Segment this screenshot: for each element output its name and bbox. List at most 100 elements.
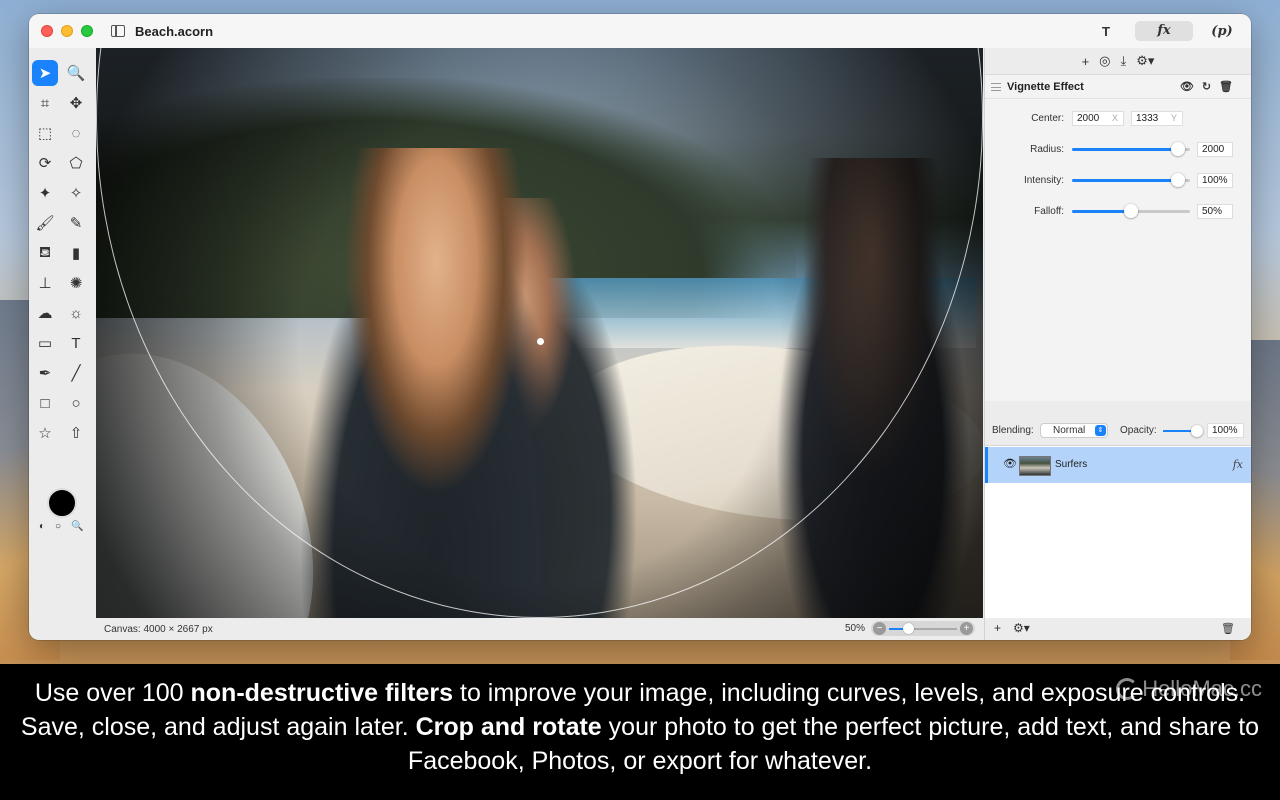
merge-down-icon[interactable]: ⤓ <box>1121 53 1127 69</box>
center-x-suffix: X <box>1111 112 1118 123</box>
oval-shape-tool[interactable]: ○ <box>63 390 89 416</box>
text-tool[interactable]: T <box>63 330 89 356</box>
center-y-field[interactable]: 1333 Y <box>1131 110 1183 126</box>
lasso-tool[interactable]: ⟳ <box>32 150 58 176</box>
ellipse-select-tool[interactable]: ◌ <box>63 120 89 146</box>
canvas-size-label: Canvas: 4000 × 2667 px <box>104 623 213 635</box>
rectangle-shape-tool[interactable]: □ <box>32 390 58 416</box>
gradient-tool[interactable]: ▭ <box>32 330 58 356</box>
star-tool[interactable]: ☆ <box>32 420 58 446</box>
line-tool[interactable]: ╱ <box>63 360 89 386</box>
center-x-value: 2000 <box>1077 112 1100 124</box>
zoom-window-button[interactable] <box>81 25 93 37</box>
mask-icon[interactable]: ◎ <box>1099 53 1110 69</box>
opacity-label: Opacity: <box>1120 425 1157 436</box>
delete-layer-icon[interactable]: 🗑 <box>1221 622 1235 635</box>
drag-handle-icon[interactable] <box>991 82 1001 91</box>
pencil-tool[interactable]: ✎ <box>63 210 89 236</box>
param-knob[interactable] <box>1170 142 1185 156</box>
center-y-suffix: Y <box>1170 112 1177 123</box>
layers-list: 👁 Surfers fx <box>985 445 1251 618</box>
param-value-field[interactable]: 50% <box>1197 203 1233 219</box>
title-bar: Beach.acorn T fx (p) <box>29 14 1251 48</box>
window-controls <box>41 25 93 37</box>
param-value-field[interactable]: 100% <box>1197 172 1233 188</box>
filters-tab[interactable]: fx <box>1135 21 1193 41</box>
zoom-level-label: 50% <box>844 623 865 634</box>
param-slider[interactable] <box>1072 142 1190 156</box>
param-label: Falloff: <box>1034 205 1064 217</box>
param-knob[interactable] <box>1124 204 1138 218</box>
add-filter-icon[interactable]: + <box>1082 54 1090 69</box>
paint-bucket-tool[interactable]: ⛾ <box>32 240 58 266</box>
vignette-center-handle[interactable] <box>537 338 544 345</box>
blending-mode-select[interactable]: Normal ⇕ <box>1040 423 1108 438</box>
image-canvas[interactable] <box>96 48 983 618</box>
color-well[interactable] <box>47 488 77 518</box>
eye-icon[interactable]: 👁 <box>1180 80 1194 93</box>
param-fill <box>1072 179 1178 182</box>
layer-gear-icon[interactable]: ⚙▾ <box>1013 621 1030 635</box>
sidebar-toggle-icon[interactable] <box>111 25 125 37</box>
gear-menu-icon[interactable]: ⚙▾ <box>1136 53 1154 69</box>
swap-colors-icon[interactable]: ◐ <box>39 521 45 532</box>
status-bar: Canvas: 4000 × 2667 px 50% − + <box>96 618 983 640</box>
clone-tool[interactable]: ⊥ <box>32 270 58 296</box>
default-colors-icon[interactable]: ○ <box>55 521 61 532</box>
sun-tool[interactable]: ☼ <box>63 300 89 326</box>
layer-row[interactable]: 👁 Surfers fx <box>985 447 1251 483</box>
filter-param-row: Radius: 2000 <box>985 140 1251 158</box>
trash-icon[interactable]: 🗑 <box>1219 80 1233 93</box>
zoom-knob[interactable] <box>903 623 915 634</box>
param-slider[interactable] <box>1072 204 1190 218</box>
add-layer-icon[interactable]: + <box>994 621 1001 635</box>
brush-tool[interactable]: 🖌 <box>32 210 58 236</box>
param-slider[interactable] <box>1072 173 1190 187</box>
layer-fx-icon[interactable]: fx <box>1233 458 1243 471</box>
center-y-value: 1333 <box>1136 112 1159 124</box>
tool-palette-tab[interactable]: T <box>1077 24 1135 39</box>
marketing-caption: Use over 100 non-destructive filters to … <box>0 664 1280 800</box>
magic-wand-tool[interactable]: ✦ <box>32 180 58 206</box>
watermark-text: HelloMac.cc <box>1142 676 1262 701</box>
center-row: Center: 2000 X 1333 Y <box>985 109 1251 127</box>
filter-param-row: Intensity: 100% <box>985 171 1251 189</box>
color-picker-icon[interactable]: 🔍 <box>71 521 83 532</box>
filter-param-row: Falloff: 50% <box>985 202 1251 220</box>
crop-tool[interactable]: ⌗ <box>32 90 58 116</box>
opacity-field[interactable]: 100% <box>1207 423 1244 438</box>
close-button[interactable] <box>41 25 53 37</box>
properties-tab[interactable]: (p) <box>1193 24 1251 39</box>
param-value-field[interactable]: 2000 <box>1197 141 1233 157</box>
zoom-slider[interactable]: − + <box>871 621 975 636</box>
opacity-slider[interactable] <box>1163 424 1203 438</box>
zoom-out-icon[interactable]: − <box>873 622 886 635</box>
param-fill <box>1072 148 1178 151</box>
polygon-lasso-tool[interactable]: ⬠ <box>63 150 89 176</box>
caption-text-1: Use over 100 <box>34 679 191 707</box>
param-knob[interactable] <box>1170 173 1185 187</box>
app-window: Beach.acorn T fx (p) ➤ 🔍 ⌗ ✥ ⬚ ◌ ⟳ ⬠ ✦ ✧ 🖌 ✎ ⛾ ▮ ⊥ ✺ ☁ ☼ ▭… <box>29 14 1251 640</box>
splat-tool[interactable]: ✺ <box>63 270 89 296</box>
zoom-tool[interactable]: 🔍 <box>63 60 89 86</box>
transform-tool[interactable]: ✥ <box>63 90 89 116</box>
minimize-button[interactable] <box>61 25 73 37</box>
instant-alpha-tool[interactable]: ✧ <box>63 180 89 206</box>
rect-select-tool[interactable]: ⬚ <box>32 120 58 146</box>
caption-bold-1: non-destructive filters <box>190 679 454 707</box>
filter-header: Vignette Effect 👁 ↻ 🗑 <box>985 75 1251 99</box>
filter-header-icons: 👁 ↻ 🗑 <box>1180 80 1233 93</box>
arrow-tool[interactable]: ⇧ <box>63 420 89 446</box>
zoom-in-icon[interactable]: + <box>960 622 973 635</box>
select-tool[interactable]: ➤ <box>32 60 58 86</box>
opacity-knob[interactable] <box>1191 425 1203 437</box>
param-label: Intensity: <box>1023 174 1064 186</box>
center-x-field[interactable]: 2000 X <box>1072 110 1124 126</box>
reset-icon[interactable]: ↻ <box>1202 80 1211 93</box>
layer-thumbnail <box>1019 456 1051 476</box>
cloud-tool[interactable]: ☁ <box>32 300 58 326</box>
filter-panel: + ◎ ⤓ ⚙▾ Vignette Effect 👁 ↻ 🗑 Center: 2… <box>984 48 1251 640</box>
layer-visibility-eye-icon[interactable]: 👁 <box>1003 457 1017 470</box>
eraser-tool[interactable]: ▮ <box>63 240 89 266</box>
pen-tool[interactable]: ✒ <box>32 360 58 386</box>
